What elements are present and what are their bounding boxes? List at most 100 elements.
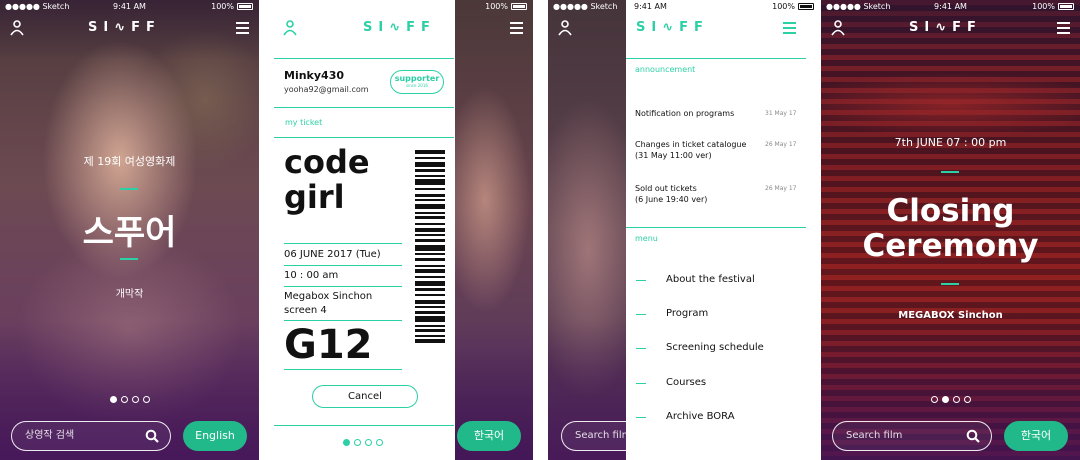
hamburger-menu-icon[interactable] xyxy=(510,22,523,35)
announcement-item[interactable]: Sold out tickets (6 June 19:40 ver) xyxy=(635,183,707,205)
announcement-date: 26 May 17 xyxy=(765,185,797,192)
screening-time: 10 : 00 am xyxy=(284,270,339,281)
carousel-dot[interactable] xyxy=(942,396,949,403)
battery-label: 100% xyxy=(772,2,795,11)
ceremony-title-line1: Closing xyxy=(886,193,1015,229)
app-screens-stage: ●●●●● Sketch 9:41 AM 100% SI∿FF 제 19회 여성… xyxy=(0,0,1080,460)
battery-indicator: 100% xyxy=(1032,2,1074,11)
divider-bottom xyxy=(120,258,138,260)
film-title: 스푸어 xyxy=(82,213,177,253)
venue-name: Megabox Sinchon xyxy=(284,291,373,302)
search-placeholder: 상영작 검색 xyxy=(25,430,75,441)
field-divider xyxy=(284,286,402,287)
divider-top xyxy=(941,171,959,173)
menu-item-archive[interactable]: Archive BORA xyxy=(666,411,735,422)
menu-bullet xyxy=(636,383,646,384)
drawer-divider xyxy=(626,227,806,228)
user-icon[interactable] xyxy=(831,20,845,36)
announcement-title: Notification on programs xyxy=(635,109,735,118)
user-icon[interactable] xyxy=(283,20,297,36)
cancel-button[interactable]: Cancel xyxy=(312,385,418,408)
battery-icon xyxy=(1058,3,1074,10)
ticket-divider xyxy=(274,137,454,138)
username: Minky430 xyxy=(284,69,344,82)
movie-title-line2: girl xyxy=(284,178,345,216)
festival-logo[interactable]: SI∿FF xyxy=(88,20,161,35)
divider-bottom xyxy=(941,283,959,285)
menu-label: menu xyxy=(635,234,658,243)
menu-bullet xyxy=(636,417,646,418)
festival-logo[interactable]: SI∿FF xyxy=(636,20,709,35)
hamburger-menu-icon[interactable] xyxy=(1057,22,1070,35)
carousel-dot[interactable] xyxy=(953,396,960,403)
menu-bullet xyxy=(636,280,646,281)
festival-logo[interactable]: SI∿FF xyxy=(909,20,982,35)
screen-behind-ticket: 100% 한국어 xyxy=(455,0,533,460)
seat-number: G12 xyxy=(284,322,373,368)
menu-item-schedule[interactable]: Screening schedule xyxy=(666,342,764,353)
status-bar: 9:41 AM 100% xyxy=(626,2,820,14)
menu-item-courses[interactable]: Courses xyxy=(666,377,706,388)
pager-dot[interactable] xyxy=(354,439,361,446)
battery-label: 100% xyxy=(1032,2,1055,11)
hamburger-menu-icon[interactable] xyxy=(236,22,249,35)
pager-dot[interactable] xyxy=(365,439,372,446)
ticket-divider xyxy=(274,107,454,108)
carousel-dots xyxy=(931,396,971,403)
carrier-label: ●●●●● Sketch xyxy=(826,2,891,11)
search-placeholder: Search film xyxy=(575,430,626,441)
status-bar: ●●●●● Sketch xyxy=(548,2,626,14)
language-button[interactable]: 한국어 xyxy=(1004,421,1068,451)
festival-logo[interactable]: SI∿FF xyxy=(363,20,436,35)
carousel-dot[interactable] xyxy=(121,396,128,403)
field-divider xyxy=(284,243,402,244)
menu-item-about[interactable]: About the festival xyxy=(666,274,755,285)
carousel-dot[interactable] xyxy=(931,396,938,403)
field-divider xyxy=(284,369,402,370)
badge-title: supporter xyxy=(394,74,440,83)
language-button[interactable]: English xyxy=(183,421,247,451)
battery-icon xyxy=(237,3,253,10)
ticket-pager-dots xyxy=(343,439,383,446)
film-category: 개막작 xyxy=(115,289,144,300)
menu-item-program[interactable]: Program xyxy=(666,308,708,319)
battery-icon xyxy=(798,3,814,10)
field-divider xyxy=(284,265,402,266)
badge-since: since 2016 xyxy=(406,83,428,88)
screen-opening-film: ●●●●● Sketch 9:41 AM 100% SI∿FF 제 19회 여성… xyxy=(0,0,259,460)
user-icon[interactable] xyxy=(10,20,24,36)
announcement-date: 31 May 17 xyxy=(765,110,797,117)
pager-dot[interactable] xyxy=(343,439,350,446)
clock: 9:41 AM xyxy=(113,2,146,11)
divider-top xyxy=(120,188,138,190)
ticket-barcode xyxy=(415,150,445,372)
festival-edition: 제 19회 여성영화제 xyxy=(83,155,176,168)
announcement-title: Changes in ticket catalogue xyxy=(635,140,747,149)
ticket-divider xyxy=(274,58,454,59)
film-search-input[interactable]: Search film xyxy=(832,421,992,451)
film-search-input[interactable]: 상영작 검색 xyxy=(11,421,171,451)
carousel-dot[interactable] xyxy=(143,396,150,403)
carousel-dot[interactable] xyxy=(132,396,139,403)
user-icon[interactable] xyxy=(558,20,572,36)
search-icon[interactable] xyxy=(966,429,980,443)
hamburger-menu-icon[interactable] xyxy=(783,22,796,35)
carousel-dot[interactable] xyxy=(110,396,117,403)
user-email: yooha92@gmail.com xyxy=(284,85,369,94)
film-search-input[interactable]: Search film xyxy=(561,421,626,451)
screen-behind-drawer: ●●●●● Sketch Search film xyxy=(548,0,626,460)
menu-bullet xyxy=(636,348,646,349)
ceremony-title-line2: Ceremony xyxy=(862,228,1039,264)
field-divider xyxy=(284,320,402,321)
language-button[interactable]: 한국어 xyxy=(457,421,521,451)
battery-label: 100% xyxy=(485,2,508,11)
my-ticket-label: my ticket xyxy=(285,118,323,127)
carousel-dot[interactable] xyxy=(964,396,971,403)
announcement-item[interactable]: Notification on programs xyxy=(635,108,734,119)
search-icon[interactable] xyxy=(145,429,159,443)
pager-dot[interactable] xyxy=(376,439,383,446)
announcement-item[interactable]: Changes in ticket catalogue (31 May 11:0… xyxy=(635,139,746,161)
clock: 9:41 AM xyxy=(634,2,667,11)
battery-label: 100% xyxy=(211,2,234,11)
movie-title-line1: code xyxy=(284,143,370,181)
